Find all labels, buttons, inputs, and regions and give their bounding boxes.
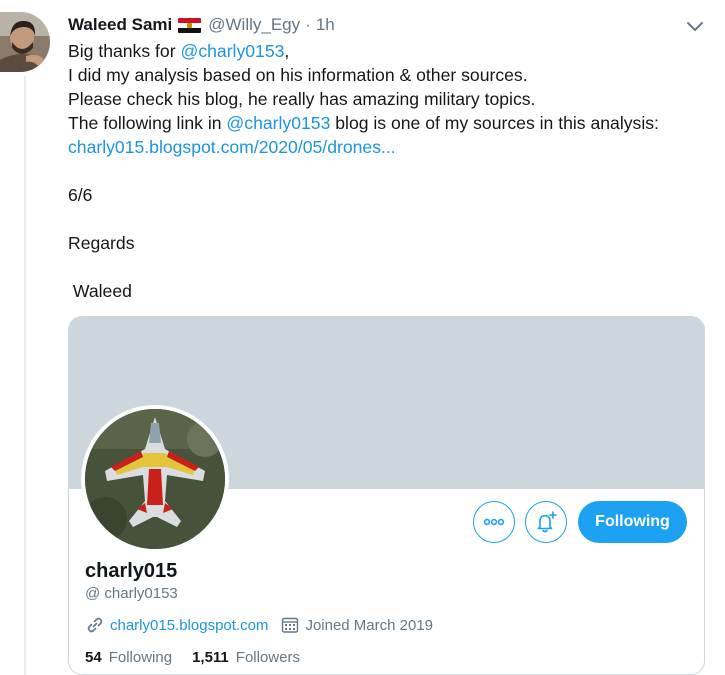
following-button[interactable]: Following: [578, 501, 687, 543]
profile-card[interactable]: Following charly015 @ charly0153 charly0…: [68, 316, 705, 675]
notification-button[interactable]: [525, 501, 567, 543]
tweet-line: Please check his blog, he really has ama…: [68, 89, 536, 109]
signature-text: Waleed: [68, 281, 132, 301]
following-label: Following: [108, 648, 173, 666]
tweet-text-segment: blog is one of my sources in this analys…: [330, 113, 659, 133]
egypt-flag-icon: [178, 17, 202, 33]
tweet-time[interactable]: 1h: [316, 15, 335, 35]
profile-name[interactable]: charly015: [85, 560, 177, 583]
profile-website-link[interactable]: charly015.blogspot.com: [110, 617, 268, 634]
more-icon: [483, 518, 505, 526]
tweet-text-segment: ,: [284, 41, 290, 61]
thread-counter: 6/6: [68, 185, 93, 205]
tweet-text-segment: The following link in: [68, 113, 227, 133]
following-stat[interactable]: 54 Following: [85, 649, 172, 666]
following-count: 54: [85, 648, 102, 666]
notification-bell-icon: [537, 511, 557, 533]
calendar-icon: [280, 615, 300, 635]
tweet-line: I did my analysis based on his informati…: [68, 65, 528, 85]
followers-label: Followers: [235, 648, 300, 666]
author-handle[interactable]: @Willy_Egy: [208, 15, 300, 35]
profile-handle[interactable]: @ charly0153: [85, 585, 178, 602]
followers-stat[interactable]: 1,511 Followers: [192, 649, 300, 666]
joined-date: Joined March 2019: [305, 616, 434, 634]
more-button[interactable]: [473, 501, 515, 543]
tweet-header: Waleed Sami @Willy_Egy · 1h: [68, 13, 335, 37]
tweet-line: Big thanks for @charly0153,: [68, 39, 659, 63]
profile-stats: 54 Following 1,511 Followers: [85, 646, 300, 668]
author-name[interactable]: Waleed Sami: [68, 15, 172, 35]
chevron-down-icon[interactable]: [683, 14, 707, 38]
followers-count: 1,511: [192, 648, 229, 666]
thread-line: [24, 76, 26, 675]
link-icon: [85, 615, 105, 635]
tweet-line: charly015.blogspot.com/2020/05/drones...: [68, 135, 659, 159]
author-avatar[interactable]: [0, 12, 50, 72]
closing-text: Regards: [68, 233, 135, 253]
tweet-text-segment: Big thanks for: [68, 41, 181, 61]
mention-link[interactable]: @charly0153: [226, 113, 330, 133]
separator-dot: ·: [305, 15, 311, 34]
profile-avatar[interactable]: [81, 405, 229, 553]
mention-link[interactable]: @charly0153: [180, 41, 284, 61]
blog-post-link[interactable]: charly015.blogspot.com/2020/05/drones...: [68, 137, 396, 157]
tweet-line: The following link in @charly0153 blog i…: [68, 111, 659, 135]
profile-meta: charly015.blogspot.com Joined March 2019: [85, 614, 433, 636]
tweet-text: Big thanks for @charly0153, I did my ana…: [68, 39, 659, 303]
